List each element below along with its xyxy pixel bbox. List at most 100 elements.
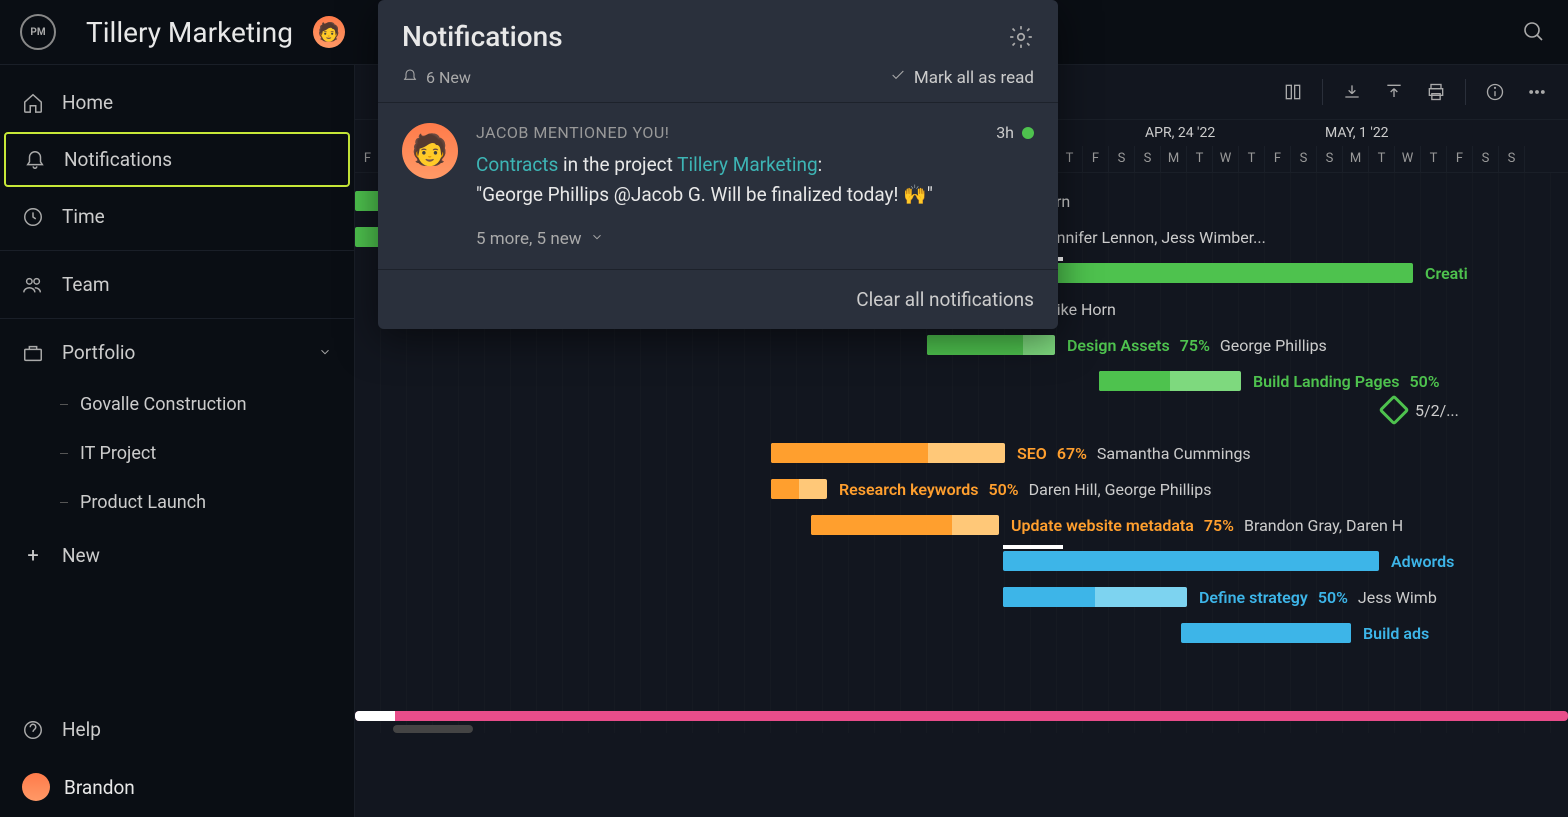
print-icon[interactable] — [1423, 79, 1449, 105]
notification-time: 3h — [996, 123, 1034, 142]
sidebar-label: Help — [62, 718, 101, 741]
month-label: APR, 24 '22 — [1145, 125, 1215, 141]
chevron-down-icon — [318, 341, 332, 364]
task-bar[interactable]: Build ads — [1181, 623, 1351, 643]
portfolio-child-it[interactable]: IT Project — [0, 429, 354, 478]
chevron-down-icon — [590, 229, 604, 249]
notification-heading: JACOB MENTIONED YOU! — [476, 123, 669, 142]
sidebar-label: New — [62, 544, 100, 567]
link-project[interactable]: Tillery Marketing — [677, 153, 817, 176]
sidebar: Home Notifications Time Team Portfolio G… — [0, 65, 355, 817]
notification-avatar: 🧑 — [402, 123, 458, 179]
task-bar[interactable]: Update website metadata75%Brandon Gray, … — [811, 515, 999, 535]
portfolio-child-govalle[interactable]: Govalle Construction — [0, 380, 354, 429]
day-cell: S — [1499, 146, 1525, 172]
bell-icon — [24, 149, 46, 171]
mark-all-read-button[interactable]: Mark all as read — [890, 67, 1034, 88]
clear-all-button[interactable]: Clear all notifications — [378, 270, 1058, 329]
sidebar-item-time[interactable]: Time — [0, 189, 354, 244]
day-cell: W — [1213, 146, 1239, 172]
sidebar-item-new[interactable]: + New — [0, 527, 354, 583]
day-cell: S — [1109, 146, 1135, 172]
month-label: MAY, 1 '22 — [1325, 125, 1389, 141]
user-avatar-icon — [22, 773, 50, 801]
briefcase-icon — [22, 342, 44, 364]
gantt-row: Adwords — [355, 543, 1568, 579]
sidebar-label: Portfolio — [62, 341, 135, 364]
sidebar-item-help[interactable]: Help — [0, 702, 354, 757]
task-label: Build ads — [1363, 624, 1429, 643]
bell-small-icon — [402, 68, 418, 88]
link-contracts[interactable]: Contracts — [476, 153, 558, 176]
plus-icon: + — [22, 543, 44, 567]
task-label: Define strategy50%Jess Wimb — [1199, 588, 1437, 607]
sidebar-label: Notifications — [64, 148, 172, 171]
day-cell: M — [1161, 146, 1187, 172]
column-icon[interactable] — [1280, 79, 1306, 105]
sidebar-label: Team — [62, 273, 110, 296]
task-bar[interactable]: SEO67%Samantha Cummings — [771, 443, 1005, 463]
timeline-progress-bar — [355, 711, 1568, 721]
notifications-panel: Notifications 6 New Mark all as read 🧑 J… — [378, 0, 1058, 329]
portfolio-child-product[interactable]: Product Launch — [0, 478, 354, 527]
task-label: Update website metadata75%Brandon Gray, … — [1011, 516, 1403, 535]
sidebar-user[interactable]: Brandon — [0, 757, 354, 817]
task-label: Adwords — [1391, 552, 1454, 571]
gear-icon[interactable] — [1008, 24, 1034, 50]
gantt-row: Define strategy50%Jess Wimb — [355, 579, 1568, 615]
team-icon — [22, 274, 44, 296]
gantt-row: Build ads — [355, 615, 1568, 651]
task-bar[interactable]: Design Assets75%George Phillips — [927, 335, 1055, 355]
day-cell: F — [1447, 146, 1473, 172]
notifications-title: Notifications — [402, 20, 563, 53]
gantt-row: Research keywords50%Daren Hill, George P… — [355, 471, 1568, 507]
day-cell: T — [1187, 146, 1213, 172]
sidebar-item-notifications[interactable]: Notifications — [4, 132, 350, 187]
info-icon[interactable] — [1482, 79, 1508, 105]
app-logo[interactable]: PM — [20, 14, 56, 50]
milestone-date: 5/2/... — [1415, 401, 1459, 420]
task-bar[interactable]: Adwords — [1003, 551, 1379, 571]
day-cell: S — [1473, 146, 1499, 172]
day-cell: T — [1239, 146, 1265, 172]
milestone-diamond[interactable] — [1378, 394, 1409, 425]
new-count: 6 New — [402, 68, 471, 88]
day-cell: M — [1343, 146, 1369, 172]
gantt-row: SEO67%Samantha Cummings — [355, 435, 1568, 471]
unread-dot-icon — [1022, 127, 1034, 139]
day-cell: T — [1057, 146, 1083, 172]
sidebar-item-team[interactable]: Team — [0, 257, 354, 312]
task-label: Research keywords50%Daren Hill, George P… — [839, 480, 1212, 499]
task-bar[interactable]: Creati — [1003, 263, 1413, 283]
user-name: Brandon — [64, 776, 135, 799]
task-label: SEO67%Samantha Cummings — [1017, 444, 1251, 463]
day-cell: T — [1369, 146, 1395, 172]
notification-expand[interactable]: 5 more, 5 new — [476, 229, 1034, 249]
gantt-row: Design Assets75%George Phillips — [355, 327, 1568, 363]
task-bar[interactable]: Define strategy50%Jess Wimb — [1003, 587, 1187, 607]
task-bar[interactable]: Build Landing Pages50% — [1099, 371, 1241, 391]
check-icon — [890, 67, 906, 88]
search-icon[interactable] — [1520, 18, 1548, 46]
task-label: Build Landing Pages50% — [1253, 372, 1440, 391]
horizontal-scrollbar[interactable] — [393, 725, 1568, 733]
task-label: Creati — [1425, 264, 1468, 283]
gantt-row: Update website metadata75%Brandon Gray, … — [355, 507, 1568, 543]
sidebar-label: Home — [62, 91, 113, 114]
notification-item[interactable]: 🧑 JACOB MENTIONED YOU! 3h Contracts in t… — [378, 103, 1058, 269]
project-title[interactable]: Tillery Marketing — [86, 16, 293, 49]
day-cell: F — [1265, 146, 1291, 172]
sidebar-item-home[interactable]: Home — [0, 75, 354, 130]
day-cell: W — [1395, 146, 1421, 172]
download-icon[interactable] — [1339, 79, 1365, 105]
sidebar-label: Time — [62, 205, 105, 228]
upload-icon[interactable] — [1381, 79, 1407, 105]
user-avatar-top[interactable]: 🧑 — [313, 16, 345, 48]
notification-body: Contracts in the project Tillery Marketi… — [476, 150, 1034, 211]
clock-icon — [22, 206, 44, 228]
task-label: Design Assets75%George Phillips — [1067, 336, 1327, 355]
day-cell: S — [1291, 146, 1317, 172]
task-bar[interactable]: Research keywords50%Daren Hill, George P… — [771, 479, 827, 499]
more-icon[interactable] — [1524, 79, 1550, 105]
sidebar-item-portfolio[interactable]: Portfolio — [0, 325, 354, 380]
